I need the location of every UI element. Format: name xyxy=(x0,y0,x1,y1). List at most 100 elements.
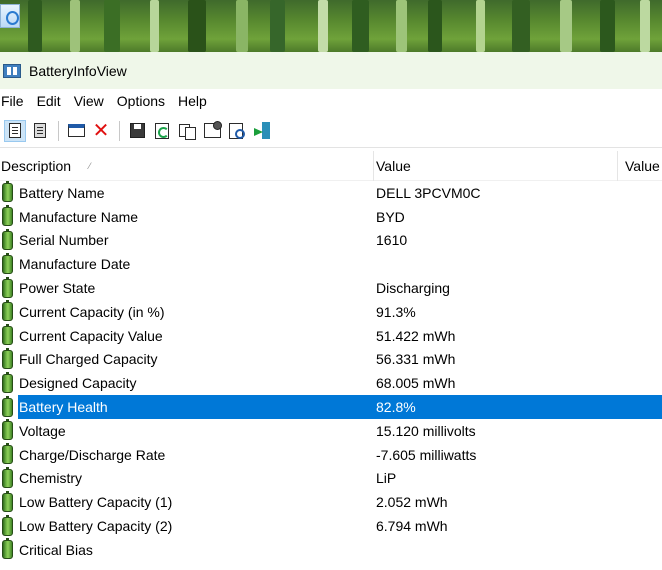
refresh-button[interactable] xyxy=(151,120,173,142)
toolbar-separator xyxy=(58,120,59,141)
save-button[interactable] xyxy=(126,120,148,142)
menu-options[interactable]: Options xyxy=(116,93,173,109)
window-icon xyxy=(67,124,85,137)
save-icon xyxy=(129,123,145,138)
battery-icon xyxy=(2,300,13,322)
recycle-bin-icon[interactable] xyxy=(0,4,20,28)
bamboo-stalk xyxy=(28,0,42,52)
value-cell: 1610 xyxy=(376,232,408,249)
description-text: Charge/Discharge Rate xyxy=(19,446,166,463)
description-text: Low Battery Capacity (1) xyxy=(19,494,173,511)
bamboo-stalk xyxy=(512,0,530,52)
description-cell: Voltage xyxy=(0,419,374,443)
description-text: Battery Health xyxy=(19,399,108,416)
table-row[interactable]: Designed Capacity 68.005 mWh xyxy=(0,371,662,395)
list-header: Description ⁄ Value Value xyxy=(0,150,662,181)
menu-file[interactable]: File xyxy=(0,93,32,109)
table-row[interactable]: Manufacture Name BYD xyxy=(0,205,662,229)
sort-ascending-icon: ⁄ xyxy=(89,160,91,171)
description-cell: Serial Number xyxy=(0,228,374,253)
table-row[interactable]: Battery Name DELL 3PCVM0C xyxy=(0,181,662,205)
bamboo-stalk xyxy=(428,0,442,52)
battery-icon xyxy=(2,347,13,369)
value-cell: 2.052 mWh xyxy=(376,494,448,511)
table-row[interactable]: Low Battery Capacity (2) 6.794 mWh xyxy=(0,514,662,538)
table-row[interactable]: Battery Health 82.8% xyxy=(0,395,662,419)
copy-button[interactable] xyxy=(176,120,198,142)
value-cell: 15.120 millivolts xyxy=(376,422,476,439)
description-cell: Chemistry xyxy=(0,466,374,491)
description-text: Battery Name xyxy=(19,184,105,201)
bamboo-stalk xyxy=(396,0,407,52)
table-row[interactable]: Current Capacity Value 51.422 mWh xyxy=(0,324,662,348)
description-text: Manufacture Date xyxy=(19,256,131,273)
column-header-value[interactable]: Value xyxy=(374,150,618,181)
title-bar: BatteryInfoView xyxy=(0,52,662,89)
bamboo-stalk xyxy=(104,0,120,52)
exit-icon xyxy=(253,122,271,139)
description-text: Manufacture Name xyxy=(19,208,139,225)
table-row[interactable]: Power State Discharging xyxy=(0,276,662,300)
html-report-selected-icon xyxy=(34,123,46,138)
menu-view[interactable]: View xyxy=(73,93,112,109)
value-cell: 56.331 mWh xyxy=(376,351,456,368)
description-text: Full Charged Capacity xyxy=(19,351,158,368)
battery-icon xyxy=(2,419,13,441)
html-report-all-button[interactable] xyxy=(4,119,26,142)
description-text: Current Capacity Value xyxy=(19,327,163,344)
table-row[interactable]: Chemistry LiP xyxy=(0,466,662,491)
bamboo-stalk xyxy=(188,0,206,52)
table-row[interactable]: Low Battery Capacity (1) 2.052 mWh xyxy=(0,490,662,514)
column-header-value-2[interactable]: Value xyxy=(618,151,662,181)
exit-button[interactable] xyxy=(251,120,273,142)
bamboo-stalk xyxy=(640,0,650,52)
description-text: Voltage xyxy=(19,422,66,439)
description-cell: Designed Capacity xyxy=(0,371,374,395)
find-button[interactable] xyxy=(226,120,248,142)
table-row[interactable]: Charge/Discharge Rate -7.605 milliwatts xyxy=(0,443,662,467)
refresh-icon xyxy=(155,122,169,139)
window-button[interactable] xyxy=(65,120,87,142)
description-cell: Low Battery Capacity (2) xyxy=(0,514,374,538)
toolbar-separator xyxy=(119,120,120,141)
menu-edit[interactable]: Edit xyxy=(36,93,69,109)
delete-button[interactable]: ✕ xyxy=(90,120,112,142)
copy-icon xyxy=(179,123,196,140)
column-header-description-label: Description xyxy=(1,157,72,174)
value-cell: Discharging xyxy=(376,280,450,297)
bamboo-stalk xyxy=(476,0,485,52)
value-cell: LiP xyxy=(376,470,397,487)
table-row[interactable]: Critical Bias xyxy=(0,538,662,562)
table-row[interactable]: Full Charged Capacity 56.331 mWh xyxy=(0,347,662,372)
battery-icon xyxy=(2,490,13,512)
html-report-selected-button[interactable] xyxy=(29,120,51,142)
bamboo-stalk xyxy=(270,0,285,52)
column-header-description[interactable]: Description ⁄ xyxy=(0,150,374,181)
description-text: Current Capacity (in %) xyxy=(19,303,165,320)
description-text: Power State xyxy=(19,280,96,297)
table-row[interactable]: Manufacture Date xyxy=(0,252,662,276)
value-cell: 91.3% xyxy=(376,303,416,320)
bamboo-stalk xyxy=(236,0,248,52)
table-row[interactable]: Serial Number 1610 xyxy=(0,228,662,253)
bamboo-stalk xyxy=(70,0,80,52)
bamboo-stalk xyxy=(560,0,572,52)
battery-icon xyxy=(2,324,13,346)
battery-app-icon xyxy=(3,63,21,78)
battery-info-list[interactable]: Battery Name DELL 3PCVM0C Manufacture Name… xyxy=(0,181,662,570)
table-row[interactable]: Voltage 15.120 millivolts xyxy=(0,419,662,443)
bamboo-stalk xyxy=(318,0,328,52)
properties-button[interactable] xyxy=(201,120,223,142)
description-text: Low Battery Capacity (2) xyxy=(19,518,173,535)
description-cell: Manufacture Date xyxy=(0,252,374,276)
table-row[interactable]: Current Capacity (in %) 91.3% xyxy=(0,300,662,324)
description-cell: Manufacture Name xyxy=(0,205,374,229)
bamboo-stalk xyxy=(150,0,159,52)
description-cell: Low Battery Capacity (1) xyxy=(0,490,374,514)
value-cell: BYD xyxy=(376,208,405,225)
menu-help[interactable]: Help xyxy=(177,93,215,109)
description-cell: Battery Name xyxy=(0,181,374,205)
value-cell: 6.794 mWh xyxy=(376,518,448,535)
properties-icon xyxy=(203,121,222,138)
description-text: Critical Bias xyxy=(19,541,93,558)
